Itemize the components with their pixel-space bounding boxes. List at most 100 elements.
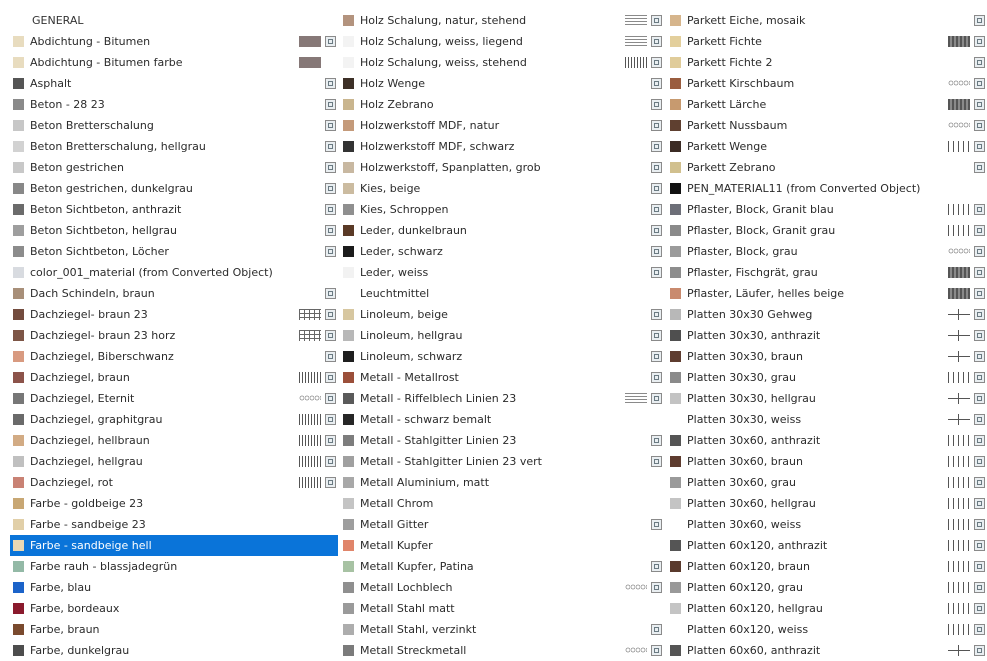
material-item[interactable]: Farbe, blau (10, 577, 338, 598)
material-item[interactable]: Beton - 28 23 (10, 94, 338, 115)
material-item[interactable]: Metall - schwarz bemalt (340, 409, 664, 430)
material-item[interactable]: PEN_MATERIAL11 (from Converted Object) (667, 178, 987, 199)
material-item[interactable]: Linoleum, beige (340, 304, 664, 325)
material-item[interactable]: Farbe, dunkelgrau (10, 640, 338, 661)
material-item[interactable]: Dachziegel, hellgrau (10, 451, 338, 472)
material-item[interactable]: Metall Chrom (340, 493, 664, 514)
material-item[interactable]: Pflaster, Läufer, helles beige (667, 283, 987, 304)
material-item[interactable]: Beton Sichtbeton, Löcher (10, 241, 338, 262)
material-item[interactable]: Beton Sichtbeton, anthrazit (10, 199, 338, 220)
material-item[interactable]: Parkett Fichte 2 (667, 52, 987, 73)
material-item[interactable]: Beton gestrichen (10, 157, 338, 178)
material-item[interactable]: Platten 30x30, anthrazit (667, 325, 987, 346)
material-item[interactable]: Parkett Lärche (667, 94, 987, 115)
material-item[interactable]: Parkett Kirschbaum (667, 73, 987, 94)
material-item[interactable]: Parkett Eiche, mosaik (667, 10, 987, 31)
material-item[interactable]: Farbe - sandbeige 23 (10, 514, 338, 535)
material-item[interactable]: Holzwerkstoff MDF, natur (340, 115, 664, 136)
material-item[interactable]: Metall Stahl, verzinkt (340, 619, 664, 640)
material-item[interactable]: Platten 60x120, weiss (667, 619, 987, 640)
material-item[interactable]: Platten 30x30, braun (667, 346, 987, 367)
material-item[interactable]: Holz Schalung, weiss, stehend (340, 52, 664, 73)
material-item[interactable]: Platten 30x30, weiss (667, 409, 987, 430)
material-item[interactable]: Metall Aluminium, matt (340, 472, 664, 493)
material-item[interactable]: Dachziegel- braun 23 (10, 304, 338, 325)
material-item[interactable]: Pflaster, Block, Granit blau (667, 199, 987, 220)
material-item[interactable]: Metall Streckmetall (340, 640, 664, 661)
material-item[interactable]: Pflaster, Fischgrät, grau (667, 262, 987, 283)
material-item[interactable]: Holz Wenge (340, 73, 664, 94)
material-item[interactable]: Farbe rauh - blassjadegrün (10, 556, 338, 577)
material-item[interactable]: Metall - Stahlgitter Linien 23 (340, 430, 664, 451)
material-item[interactable]: Linoleum, hellgrau (340, 325, 664, 346)
material-item[interactable]: Platten 30x30 Gehweg (667, 304, 987, 325)
material-item[interactable]: Metall Lochblech (340, 577, 664, 598)
material-item[interactable]: Metall - Riffelblech Linien 23 (340, 388, 664, 409)
material-color-swatch (670, 330, 681, 341)
material-item[interactable]: Beton Bretterschalung (10, 115, 338, 136)
material-item[interactable]: Holz Schalung, natur, stehend (340, 10, 664, 31)
material-item[interactable]: Metall - Metallrost (340, 367, 664, 388)
material-item[interactable]: Metall Kupfer, Patina (340, 556, 664, 577)
material-item[interactable]: Beton gestrichen, dunkelgrau (10, 178, 338, 199)
surface-texture-icon (651, 162, 662, 173)
material-item[interactable]: Leder, weiss (340, 262, 664, 283)
material-item[interactable]: Parkett Zebrano (667, 157, 987, 178)
material-item[interactable]: Metall Gitter (340, 514, 664, 535)
material-item[interactable]: Dach Schindeln, braun (10, 283, 338, 304)
material-item[interactable]: Dachziegel- braun 23 horz (10, 325, 338, 346)
material-item[interactable]: Platten 30x60, braun (667, 451, 987, 472)
surface-texture-icon (974, 120, 985, 131)
material-item[interactable]: Metall Kupfer (340, 535, 664, 556)
material-item[interactable]: Holz Schalung, weiss, liegend (340, 31, 664, 52)
material-item[interactable]: Parkett Fichte (667, 31, 987, 52)
material-color-swatch (670, 246, 681, 257)
material-item[interactable]: Holzwerkstoff MDF, schwarz (340, 136, 664, 157)
material-item[interactable]: Abdichtung - Bitumen farbe (10, 52, 338, 73)
surface-texture-icon (974, 603, 985, 614)
material-item[interactable]: Platten 30x30, hellgrau (667, 388, 987, 409)
material-item[interactable]: Platten 30x60, anthrazit (667, 430, 987, 451)
material-item[interactable]: Platten 60x60, anthrazit (667, 640, 987, 661)
material-item[interactable]: Platten 60x120, braun (667, 556, 987, 577)
hatch-pattern-icon (948, 477, 970, 488)
material-item[interactable]: Farbe - sandbeige hell (10, 535, 338, 556)
material-item[interactable]: Dachziegel, rot (10, 472, 338, 493)
material-item[interactable]: Platten 30x60, weiss (667, 514, 987, 535)
material-item[interactable]: Kies, Schroppen (340, 199, 664, 220)
material-item[interactable]: Leuchtmittel (340, 283, 664, 304)
material-item[interactable]: Platten 60x120, hellgrau (667, 598, 987, 619)
material-item[interactable]: Beton Bretterschalung, hellgrau (10, 136, 338, 157)
material-item[interactable]: Platten 60x120, anthrazit (667, 535, 987, 556)
material-item[interactable]: Platten 30x30, grau (667, 367, 987, 388)
material-item[interactable]: Platten 30x60, grau (667, 472, 987, 493)
material-item[interactable]: color_001_material (from Converted Objec… (10, 262, 338, 283)
material-item[interactable]: Dachziegel, hellbraun (10, 430, 338, 451)
material-item[interactable]: Leder, schwarz (340, 241, 664, 262)
material-item[interactable]: Parkett Nussbaum (667, 115, 987, 136)
material-item[interactable]: Metall Stahl matt (340, 598, 664, 619)
material-item[interactable]: Asphalt (10, 73, 338, 94)
material-item[interactable]: Dachziegel, Biberschwanz (10, 346, 338, 367)
material-item[interactable]: Platten 30x60, hellgrau (667, 493, 987, 514)
material-item[interactable]: Platten 60x120, grau (667, 577, 987, 598)
material-item[interactable]: Farbe - goldbeige 23 (10, 493, 338, 514)
material-item[interactable]: Linoleum, schwarz (340, 346, 664, 367)
material-item[interactable]: Farbe, bordeaux (10, 598, 338, 619)
material-item[interactable]: Pflaster, Block, grau (667, 241, 987, 262)
material-item[interactable]: Beton Sichtbeton, hellgrau (10, 220, 338, 241)
material-item[interactable]: Holzwerkstoff, Spanplatten, grob (340, 157, 664, 178)
surface-texture-icon (974, 540, 985, 551)
material-item[interactable]: Dachziegel, graphitgrau (10, 409, 338, 430)
material-item[interactable]: Farbe, braun (10, 619, 338, 640)
material-item[interactable]: Parkett Wenge (667, 136, 987, 157)
material-item[interactable]: Kies, beige (340, 178, 664, 199)
material-item[interactable]: Holz Zebrano (340, 94, 664, 115)
material-item[interactable]: Abdichtung - Bitumen (10, 31, 338, 52)
material-label: Platten 30x30, anthrazit (687, 329, 821, 342)
material-item[interactable]: Pflaster, Block, Granit grau (667, 220, 987, 241)
material-item[interactable]: Leder, dunkelbraun (340, 220, 664, 241)
material-item[interactable]: Dachziegel, braun (10, 367, 338, 388)
material-item[interactable]: Metall - Stahlgitter Linien 23 vert (340, 451, 664, 472)
material-item[interactable]: Dachziegel, Eternit (10, 388, 338, 409)
